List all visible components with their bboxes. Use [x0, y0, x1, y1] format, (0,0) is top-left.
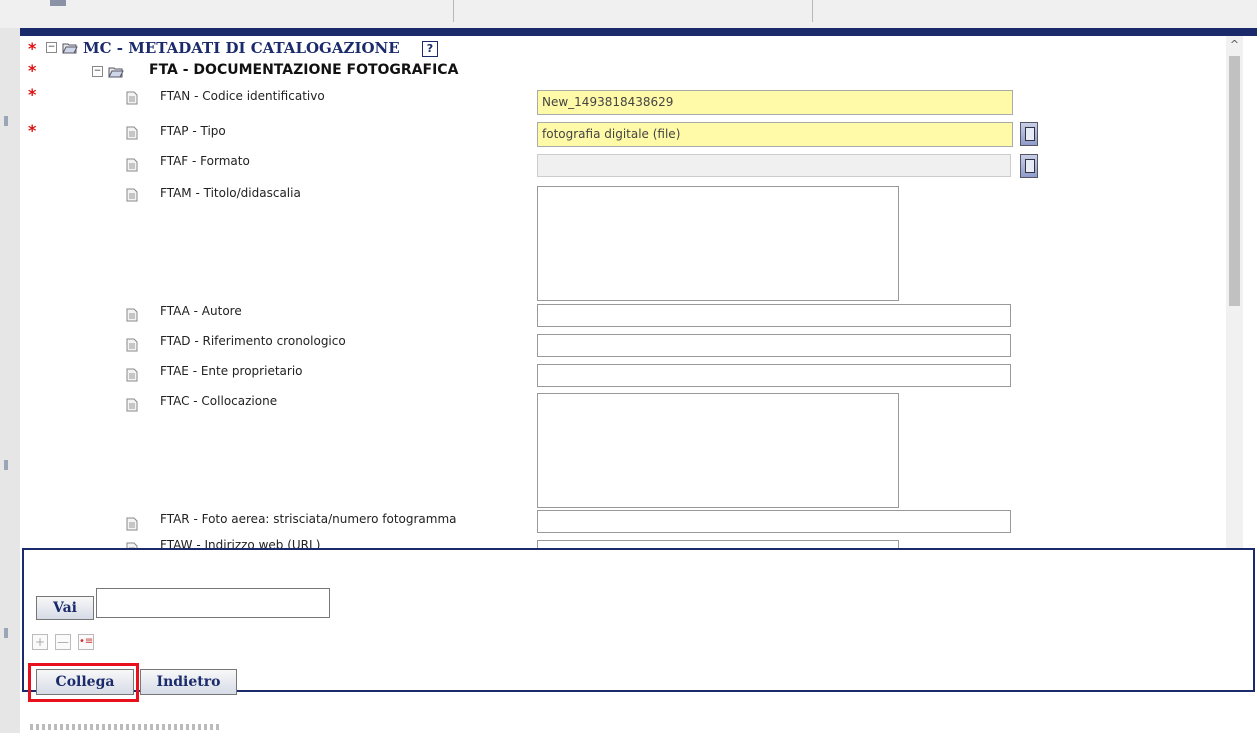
field-label-ftae: FTAE - Ente proprietario [160, 364, 303, 378]
metadata-dialog: * − MC - METADATI DI CATALOGAZIONE ? * −… [20, 28, 1257, 733]
folder-open-icon [108, 67, 124, 78]
ftad-input[interactable] [537, 334, 1011, 357]
ftam-textarea[interactable] [537, 186, 899, 301]
ftan-input[interactable]: New_1493818438629 [537, 90, 1013, 115]
required-marker: * [28, 39, 37, 58]
vocabulary-lookup-icon[interactable] [1020, 122, 1038, 146]
collega-button[interactable]: Collega [36, 669, 134, 695]
background-column-1 [0, 0, 454, 22]
document-icon [126, 398, 138, 412]
go-input[interactable] [96, 588, 330, 618]
field-label-ftad: FTAD - Riferimento cronologico [160, 334, 346, 348]
form-scroll-area[interactable]: * − MC - METADATI DI CATALOGAZIONE ? * −… [20, 36, 1226, 576]
field-label-ftaa: FTAA - Autore [160, 304, 242, 318]
action-panel: Vai + — •≡ Collega Indietro [22, 548, 1255, 702]
collapse-toggle-icon[interactable]: − [92, 66, 103, 77]
ftap-input[interactable]: fotografia digitale (file) [537, 122, 1013, 147]
document-icon [126, 91, 138, 105]
folder-open-icon [62, 43, 78, 54]
background-toolbar [0, 0, 1257, 28]
vertical-scrollbar[interactable]: ^ v [1226, 36, 1243, 576]
required-marker: * [28, 61, 37, 80]
background-left-edge [0, 28, 20, 733]
field-label-ftaf: FTAF - Formato [160, 154, 250, 168]
document-icon [126, 158, 138, 172]
background-edge-marker [4, 116, 8, 126]
background-column-2 [453, 0, 813, 22]
go-button[interactable]: Vai [36, 596, 94, 620]
field-label-ftac: FTAC - Collocazione [160, 394, 278, 408]
vocabulary-lookup-icon[interactable] [1020, 154, 1038, 178]
ftaf-input[interactable] [537, 154, 1011, 177]
document-icon [126, 126, 138, 140]
field-label-ftap: FTAP - Tipo [160, 124, 226, 138]
field-label-ftam: FTAM - Titolo/didascalia [160, 186, 301, 200]
document-icon [126, 368, 138, 382]
list-icon[interactable]: •≡ [78, 634, 94, 650]
ftar-input[interactable] [537, 510, 1011, 533]
document-icon [126, 308, 138, 322]
scroll-up-icon[interactable]: ^ [1226, 36, 1243, 53]
field-label-ftan: FTAN - Codice identificativo [160, 89, 325, 103]
background-footer-text [30, 724, 220, 730]
document-icon [126, 517, 138, 531]
remove-icon[interactable]: — [55, 634, 71, 650]
field-label-ftar: FTAR - Foto aerea: strisciata/numero fot… [160, 512, 457, 526]
add-icon[interactable]: + [32, 634, 48, 650]
section-title-fta[interactable]: FTA - DOCUMENTAZIONE FOTOGRAFICA [149, 62, 458, 78]
ftac-textarea[interactable] [537, 393, 899, 508]
dialog-title-bar [20, 28, 1257, 36]
background-edge-marker [4, 460, 8, 470]
ftaa-input[interactable] [537, 304, 1011, 327]
document-icon [126, 338, 138, 352]
required-marker: * [28, 85, 37, 104]
background-edge-marker [4, 628, 8, 638]
scrollbar-thumb[interactable] [1229, 56, 1240, 306]
collapse-toggle-icon[interactable]: − [46, 42, 57, 53]
help-icon[interactable]: ? [422, 41, 438, 57]
section-title-mc[interactable]: MC - METADATI DI CATALOGAZIONE [83, 39, 400, 57]
ftae-input[interactable] [537, 364, 1011, 387]
required-marker: * [28, 121, 37, 140]
indietro-button[interactable]: Indietro [140, 669, 237, 695]
document-icon [126, 188, 138, 202]
